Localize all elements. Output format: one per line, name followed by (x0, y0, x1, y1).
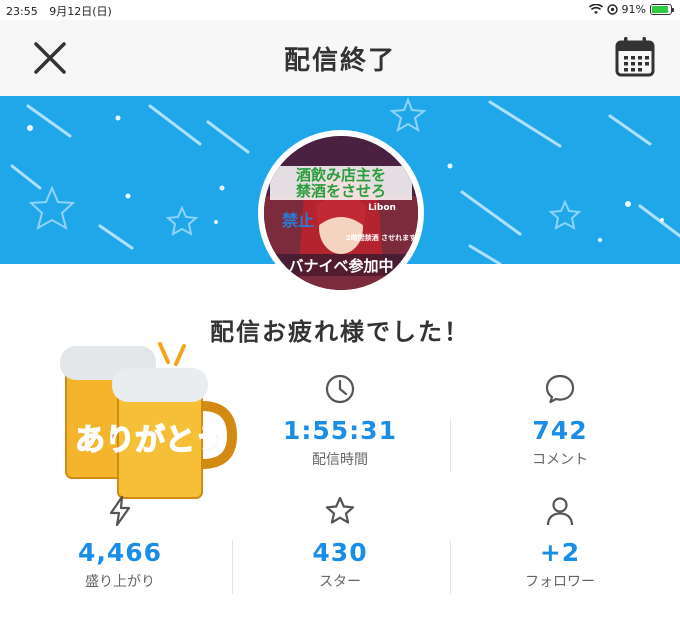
thumbnail-brand: Libon (368, 203, 396, 213)
stat-excitement: 4,466 盛り上がり (20, 494, 220, 591)
thumbnail-title-2: 禁酒をさせろ (296, 182, 386, 200)
page-title: 配信終了 (283, 46, 396, 76)
lightning-icon (109, 495, 131, 527)
stream-time-value: 1:55:31 (283, 416, 397, 445)
status-date: 9月12日(日) (49, 5, 112, 18)
location-icon (606, 4, 618, 15)
calendar-icon[interactable] (614, 36, 656, 78)
stars-value: 430 (312, 538, 368, 567)
thumbnail-art: 酒飲み店主を 禁酒をさせろ Libon 禁止 2時間禁酒 させれますか？ バナイ… (264, 136, 418, 290)
stat-comments: 742 コメント (460, 372, 660, 469)
comments-label: コメント (532, 452, 588, 468)
thumbnail-side-text: 禁止 (282, 211, 314, 230)
status-time: 23:55 (6, 5, 38, 18)
comments-value: 742 (532, 416, 588, 445)
excitement-label: 盛り上がり (85, 574, 155, 590)
battery-percent: 91% (621, 3, 646, 16)
followers-label: フォロワー (525, 574, 595, 590)
thumbnail-sub-text: 2時間禁酒 させれますか？ (346, 233, 418, 242)
stream-thumbnail: 酒飲み店主を 禁酒をさせろ Libon 禁止 2時間禁酒 させれますか？ バナイ… (258, 130, 424, 296)
thumbnail-bottom-text: バナイベ参加中 (288, 257, 393, 275)
sticker-text: ありがとう (75, 423, 225, 458)
clock-icon (325, 374, 355, 404)
star-icon (325, 496, 355, 524)
stat-divider (450, 540, 451, 594)
comment-icon (545, 374, 575, 404)
stat-divider (450, 418, 451, 472)
stat-divider (232, 540, 233, 594)
person-icon (546, 497, 574, 526)
header: 配信終了 (0, 20, 680, 96)
followers-value: +2 (539, 538, 581, 567)
stat-stream-time: 1:55:31 配信時間 (240, 372, 440, 469)
stars-label: スター (319, 574, 361, 590)
status-bar: 23:55 9月12日(日) 91% (0, 0, 680, 20)
stream-time-label: 配信時間 (312, 452, 368, 468)
wifi-icon (588, 4, 603, 14)
stat-followers: +2 フォロワー (460, 494, 660, 591)
excitement-value: 4,466 (77, 538, 163, 567)
beer-sticker-icon: ありがとう (60, 342, 238, 499)
stat-stars: 430 スター (240, 494, 440, 591)
battery-icon (650, 4, 674, 15)
